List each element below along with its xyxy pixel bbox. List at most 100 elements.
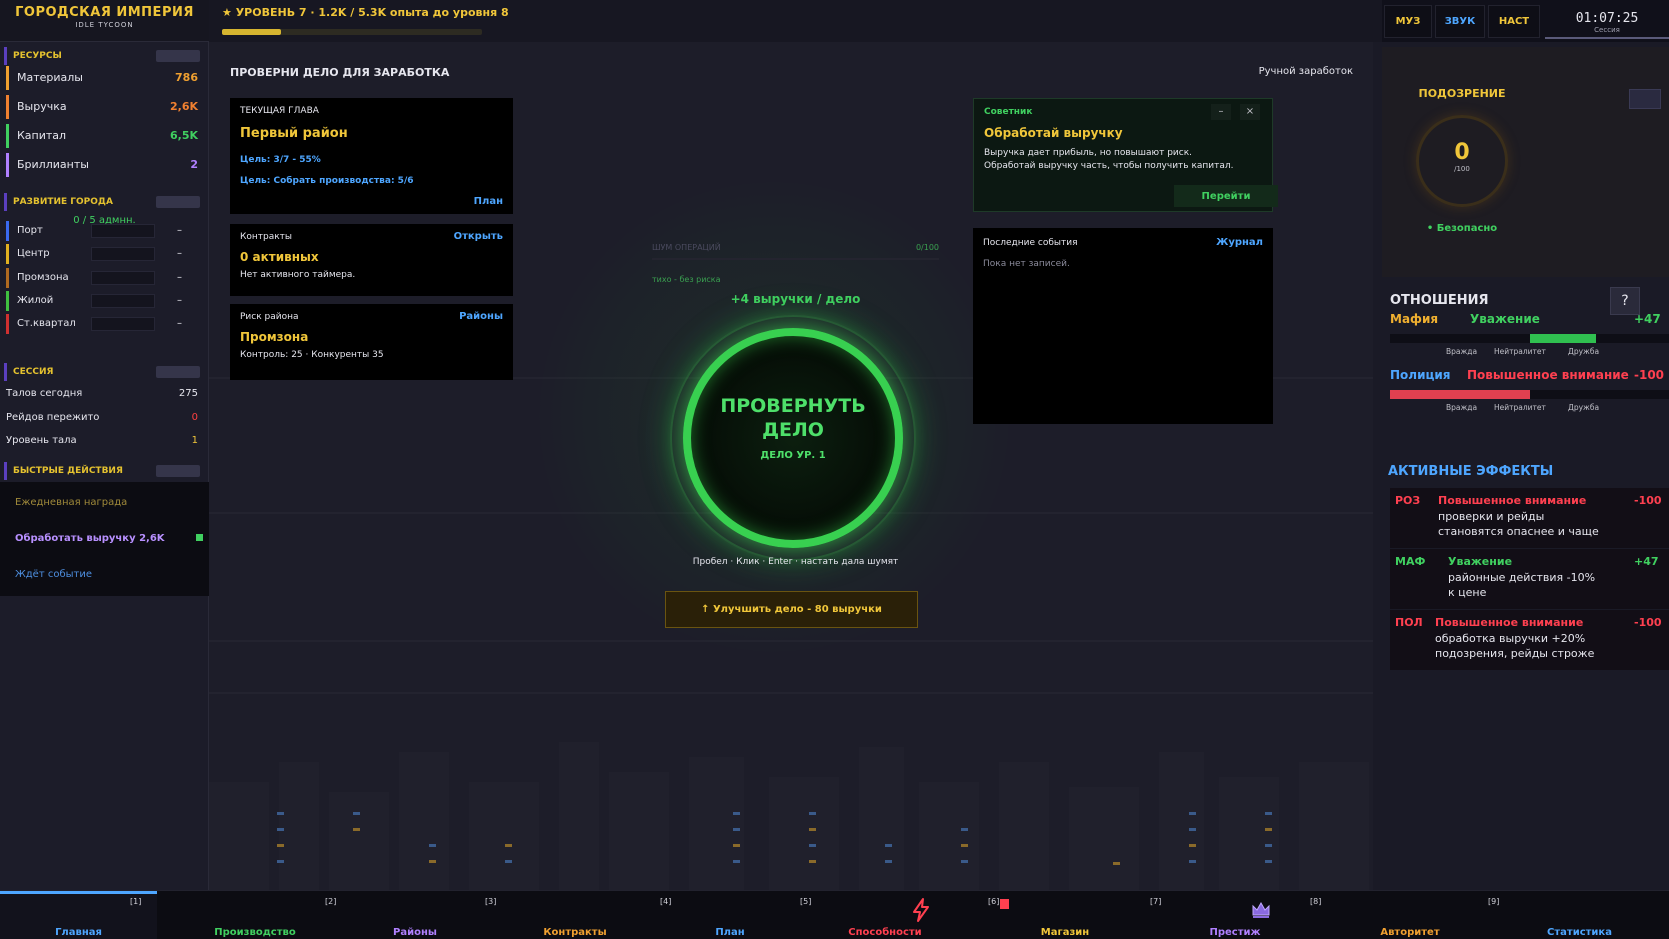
minimize-icon[interactable]: –: [1211, 104, 1231, 120]
district-value: –: [177, 318, 182, 330]
noise-status: тихо - без риска: [652, 275, 721, 284]
work-deal-line2: ДЕЛО: [762, 419, 824, 441]
work-deal-button[interactable]: ПРОВЕРНУТЬ ДЕЛО ДЕЛО УР. 1: [683, 328, 903, 548]
relation-scale-label: Вражда: [1446, 347, 1478, 356]
resource-value: 6,5K: [169, 129, 198, 142]
city-section-header[interactable]: РАЗВИТИЕ ГОРОДА: [4, 193, 204, 211]
relations-help-button[interactable]: ?: [1610, 287, 1640, 315]
work-deal-line1: ПРОВЕРНУТЬ: [720, 395, 866, 417]
resources-section-header[interactable]: РЕСУРСЫ: [4, 47, 204, 65]
session-section-header[interactable]: СЕССИЯ: [4, 363, 204, 381]
district-row[interactable]: Порт –: [6, 221, 204, 241]
nav-tab[interactable]: [9] Авторитет: [1320, 891, 1500, 939]
nav-tab[interactable]: [3] Районы: [330, 891, 500, 939]
session-stat-name: Уровень тала: [6, 435, 77, 446]
effect-card: РОЗ Повышенное внимание -100 проверки и рей…: [1390, 488, 1669, 548]
session-stat-name: Рейдов пережито: [6, 411, 100, 423]
collapse-toggle[interactable]: [156, 196, 200, 208]
effect-card: ПОЛ Повышенное внимание -100 обработка выру…: [1390, 610, 1669, 670]
collapse-toggle[interactable]: [156, 465, 200, 477]
noise-track: [652, 258, 939, 260]
relation-scale-label: Нейтралитет: [1494, 347, 1546, 356]
resource-value: 2: [190, 158, 198, 171]
noise-value: 0/100: [915, 243, 939, 252]
events-empty-text: Пока нет записей.: [983, 259, 1070, 269]
effect-desc-2: к цене: [1448, 586, 1487, 599]
district-name: Центр: [17, 248, 50, 260]
chapter-title: Первый район: [240, 126, 348, 141]
nav-tab-label: План: [715, 927, 745, 938]
effect-value: -100: [1634, 616, 1662, 629]
risk-stats: Контроль: 25 · Конкуренты 35: [240, 350, 384, 360]
effect-value: -100: [1634, 494, 1662, 507]
resource-value: 786: [175, 71, 198, 84]
quick-actions-header[interactable]: БЫСТРЫЕ ДЕЙСТВИЯ: [4, 462, 204, 480]
suspicion-status: • Безопасно: [1426, 223, 1498, 234]
relation-bar-fill: [1530, 334, 1596, 343]
daily-reward-button[interactable]: Ежедневная награда: [15, 497, 127, 508]
advisor-label: Советник: [984, 107, 1033, 117]
district-row[interactable]: Центр –: [6, 244, 204, 265]
district-row[interactable]: Жилой –: [6, 290, 204, 311]
journal-link[interactable]: Журнал: [1216, 237, 1263, 248]
chapter-goal-detail: Цель: Собрать производства: 5/6: [240, 176, 414, 186]
collapse-toggle[interactable]: [156, 366, 200, 378]
effect-tag: РОЗ: [1395, 494, 1421, 507]
nav-tab[interactable]: [0]Статистика: [1490, 891, 1669, 939]
suspicion-toggle[interactable]: [1629, 89, 1661, 109]
events-label: Последние события: [983, 238, 1078, 248]
district-value: –: [177, 225, 182, 236]
nav-tab[interactable]: [1] Главная: [0, 891, 157, 939]
effect-name: Повышенное внимание: [1438, 494, 1587, 507]
districts-link[interactable]: Районы: [459, 311, 503, 322]
upgrade-deal-button[interactable]: ↑ Улучшить дело - 80 выручки: [665, 591, 918, 628]
sound-toggle-button[interactable]: ЗВУК: [1435, 5, 1485, 38]
relation-value: +47: [1634, 312, 1661, 326]
district-value: –: [177, 271, 182, 283]
resource-name: Капитал: [17, 129, 67, 142]
nav-tab-label: Главная: [55, 927, 102, 938]
waiting-event-item[interactable]: Ждёт событие: [15, 569, 92, 580]
district-bar: [91, 317, 155, 332]
effect-desc-1: обработка выручки +20%: [1435, 632, 1586, 645]
nav-tab[interactable]: [6] Способности: [800, 891, 999, 939]
advisor-title: Обработай выручку: [984, 126, 1123, 140]
district-row[interactable]: Промзона –: [6, 267, 204, 288]
process-revenue-button[interactable]: Обработать выручку 2,6K: [15, 533, 165, 544]
chapter-card: ТЕКУЩАЯ ГЛАВА Первый район Цель: 3/7 - 5…: [230, 98, 513, 214]
settings-button[interactable]: НАСТ: [1488, 5, 1540, 38]
plan-link[interactable]: План: [474, 196, 503, 207]
risk-district-name: Промзона: [240, 330, 309, 344]
gain-per-click: +4 выручки / дело: [730, 292, 861, 306]
active-tab-indicator: [0, 891, 157, 894]
music-toggle-button[interactable]: МУЗ: [1384, 5, 1432, 38]
session-row: Рейдов пережито 0: [6, 408, 204, 428]
collapse-toggle[interactable]: [156, 50, 200, 62]
resource-name: Материалы: [17, 71, 83, 84]
chapter-label: ТЕКУЩАЯ ГЛАВА: [240, 106, 319, 116]
brand-logo: ГОРОДСКАЯ ИМПЕРИЯ IDLE TYCOON: [0, 0, 209, 42]
effect-name: Повышенное внимание: [1435, 616, 1584, 629]
contracts-label: Контракты: [240, 232, 293, 242]
nav-tab[interactable]: [8] Престиж: [1150, 891, 1322, 939]
session-time: 01:07:25: [1575, 11, 1639, 26]
contracts-open-link[interactable]: Открыть: [454, 231, 503, 242]
district-bar: [91, 270, 155, 285]
session-stat-value: 0: [191, 411, 198, 423]
xp-progress-fill: [222, 29, 281, 35]
nav-tab[interactable]: [5] План: [660, 891, 811, 939]
effect-name: Уважение: [1448, 555, 1513, 568]
advisor-go-button[interactable]: Перейти: [1174, 185, 1278, 207]
district-row[interactable]: Ст.квартал –: [6, 314, 204, 335]
relation-value: -100: [1634, 368, 1665, 382]
close-icon[interactable]: ×: [1240, 104, 1260, 120]
effect-card: МАФ Уважение +47 районные действия -10% к це…: [1390, 549, 1669, 609]
nav-tab-label: Авторитет: [1380, 927, 1440, 938]
suspicion-value: 0: [1454, 140, 1470, 165]
nav-tab-hotkey: [1]: [130, 897, 142, 906]
effects-title: АКТИВНЫЕ ЭФФЕКТЫ: [1388, 464, 1554, 479]
resources-title: РЕСУРСЫ: [13, 51, 62, 61]
nav-tab[interactable]: [2] Производство: [160, 891, 350, 939]
suspicion-gauge: 0 /100: [1416, 115, 1508, 207]
nav-tab[interactable]: [4] Контракты: [490, 891, 671, 939]
